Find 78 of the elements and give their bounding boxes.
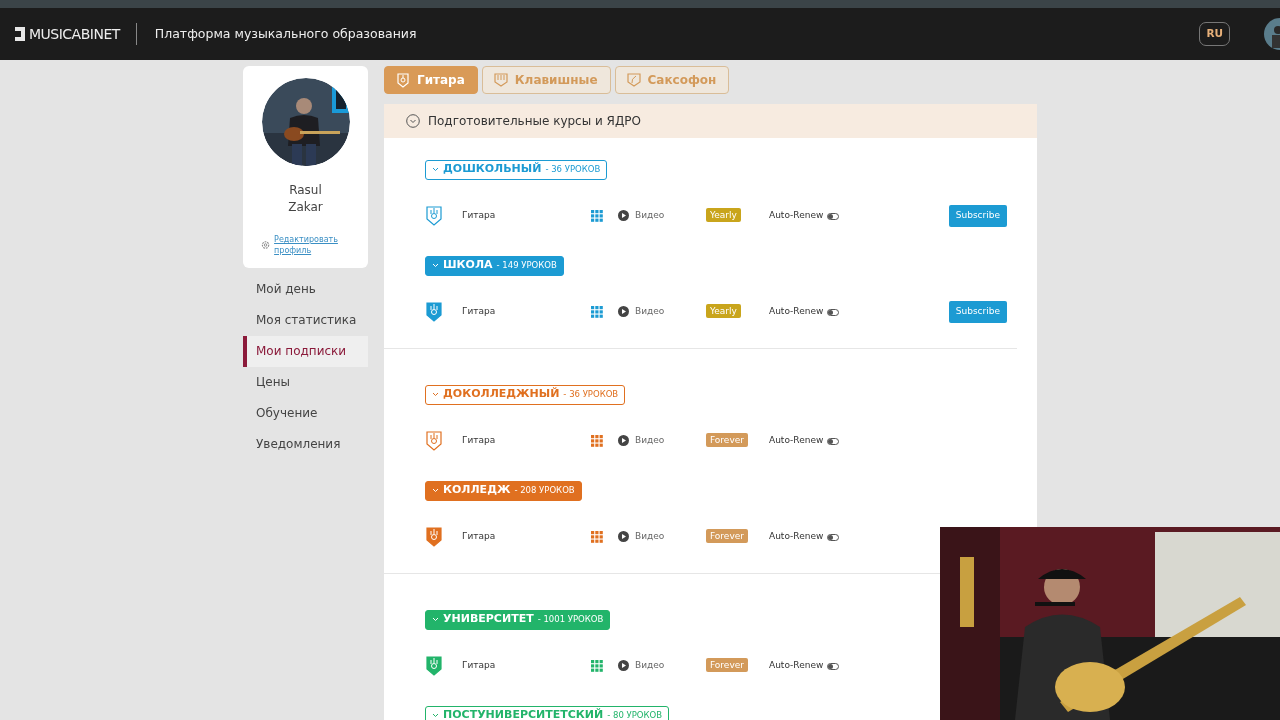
guitar-shield-icon bbox=[395, 72, 411, 88]
chevron-icon[interactable] bbox=[432, 712, 439, 719]
instrument-tab[interactable]: Саксофон bbox=[614, 66, 730, 94]
user-last-name: Zakar bbox=[288, 199, 323, 216]
auto-renew-label: Auto-Renew bbox=[769, 305, 824, 319]
chevron-icon[interactable] bbox=[406, 114, 420, 128]
toggle-switch[interactable] bbox=[827, 437, 840, 445]
auto-renew-label: Auto-Renew bbox=[769, 659, 824, 673]
toggle-switch[interactable] bbox=[827, 212, 840, 220]
level-toggle[interactable]: ШКОЛА - 149 УРОКОВ bbox=[425, 255, 564, 276]
guitar-shield-icon bbox=[425, 527, 443, 547]
instrument-tab[interactable]: Клавишные bbox=[481, 66, 611, 94]
play-icon[interactable] bbox=[618, 660, 629, 672]
instrument-name: Гитара bbox=[462, 530, 497, 544]
auto-renew-label: Auto-Renew bbox=[769, 434, 824, 448]
media-type: Видео bbox=[635, 659, 666, 673]
guitar-shield-icon bbox=[425, 431, 443, 451]
guitar-shield-icon bbox=[425, 206, 443, 226]
sidebar-item[interactable]: Моя статистика bbox=[243, 305, 368, 336]
chevron-icon[interactable] bbox=[432, 487, 439, 494]
auto-renew-label: Auto-Renew bbox=[769, 209, 824, 223]
language-button[interactable]: RU bbox=[1199, 22, 1230, 46]
section-title: Подготовительные курсы и ЯДРО bbox=[428, 113, 641, 130]
grid-icon[interactable] bbox=[591, 659, 603, 672]
instrument-name: Гитара bbox=[462, 209, 497, 223]
sidebar-item[interactable]: Уведомления bbox=[243, 429, 368, 460]
instrument-name: Гитара bbox=[462, 434, 497, 448]
level-toggle[interactable]: ДОШКОЛЬНЫЙ - 36 УРОКОВ bbox=[425, 159, 608, 180]
chevron-icon[interactable] bbox=[432, 262, 439, 269]
level-toggle[interactable]: ДОКОЛЛЕДЖНЫЙ - 36 УРОКОВ bbox=[425, 384, 626, 405]
plan-tag: Forever bbox=[706, 529, 748, 544]
grid-icon[interactable] bbox=[591, 530, 603, 543]
play-icon[interactable] bbox=[618, 210, 629, 222]
chevron-icon[interactable] bbox=[432, 616, 439, 623]
guitar-shield-icon bbox=[425, 656, 443, 676]
instrument-name: Гитара bbox=[462, 305, 497, 319]
media-type: Видео bbox=[635, 530, 666, 544]
saxophone-shield-icon bbox=[625, 72, 642, 88]
plan-tag: Yearly bbox=[706, 304, 741, 319]
piano-shield-icon bbox=[492, 72, 509, 88]
instrument-name: Гитара bbox=[462, 659, 497, 673]
chevron-icon[interactable] bbox=[432, 166, 439, 173]
level-toggle[interactable]: УНИВЕРСИТЕТ - 1001 УРОКОВ bbox=[425, 609, 611, 630]
media-type: Видео bbox=[635, 209, 666, 223]
plan-tag: Forever bbox=[706, 433, 748, 448]
grid-icon[interactable] bbox=[591, 305, 603, 318]
plan-tag: Yearly bbox=[706, 208, 741, 223]
settings-icon[interactable] bbox=[261, 240, 271, 250]
user-avatar-icon[interactable] bbox=[1262, 18, 1280, 50]
plan-tag: Forever bbox=[706, 658, 748, 673]
play-icon[interactable] bbox=[618, 531, 629, 543]
toggle-switch[interactable] bbox=[827, 662, 840, 670]
play-icon[interactable] bbox=[618, 435, 629, 447]
chevron-icon[interactable] bbox=[432, 391, 439, 398]
subscribe-button[interactable]: Subscribe bbox=[948, 205, 1007, 227]
toggle-switch[interactable] bbox=[827, 308, 840, 316]
auto-renew-label: Auto-Renew bbox=[769, 530, 824, 544]
user-first-name: Rasul bbox=[289, 182, 322, 199]
sidebar-item[interactable]: Обучение bbox=[243, 398, 368, 429]
sidebar-item[interactable]: Цены bbox=[243, 367, 368, 398]
logo[interactable]: MUSICABINET bbox=[29, 23, 120, 45]
instrument-tab[interactable]: Гитара bbox=[384, 66, 478, 94]
sidebar-item[interactable]: Мои подписки bbox=[243, 336, 368, 367]
section-header[interactable]: Подготовительные курсы и ЯДРО bbox=[384, 104, 1037, 138]
media-type: Видео bbox=[635, 434, 666, 448]
subscribe-button[interactable]: Subscribe bbox=[948, 301, 1007, 323]
edit-profile-link[interactable]: Редактировать профиль bbox=[274, 234, 368, 256]
media-type: Видео bbox=[635, 305, 666, 319]
level-toggle[interactable]: ПОСТУНИВЕРСИТЕТСКИЙ - 80 УРОКОВ bbox=[425, 705, 670, 720]
grid-icon[interactable] bbox=[591, 209, 603, 222]
play-icon[interactable] bbox=[618, 306, 629, 318]
guitar-shield-icon bbox=[425, 302, 443, 322]
grid-icon[interactable] bbox=[591, 434, 603, 447]
toggle-switch[interactable] bbox=[827, 533, 840, 541]
level-toggle[interactable]: КОЛЛЕДЖ - 208 УРОКОВ bbox=[425, 480, 582, 501]
sidebar-item[interactable]: Мой день bbox=[243, 274, 368, 305]
logo-icon bbox=[15, 25, 25, 43]
tagline: Платформа музыкального образования bbox=[154, 24, 417, 43]
